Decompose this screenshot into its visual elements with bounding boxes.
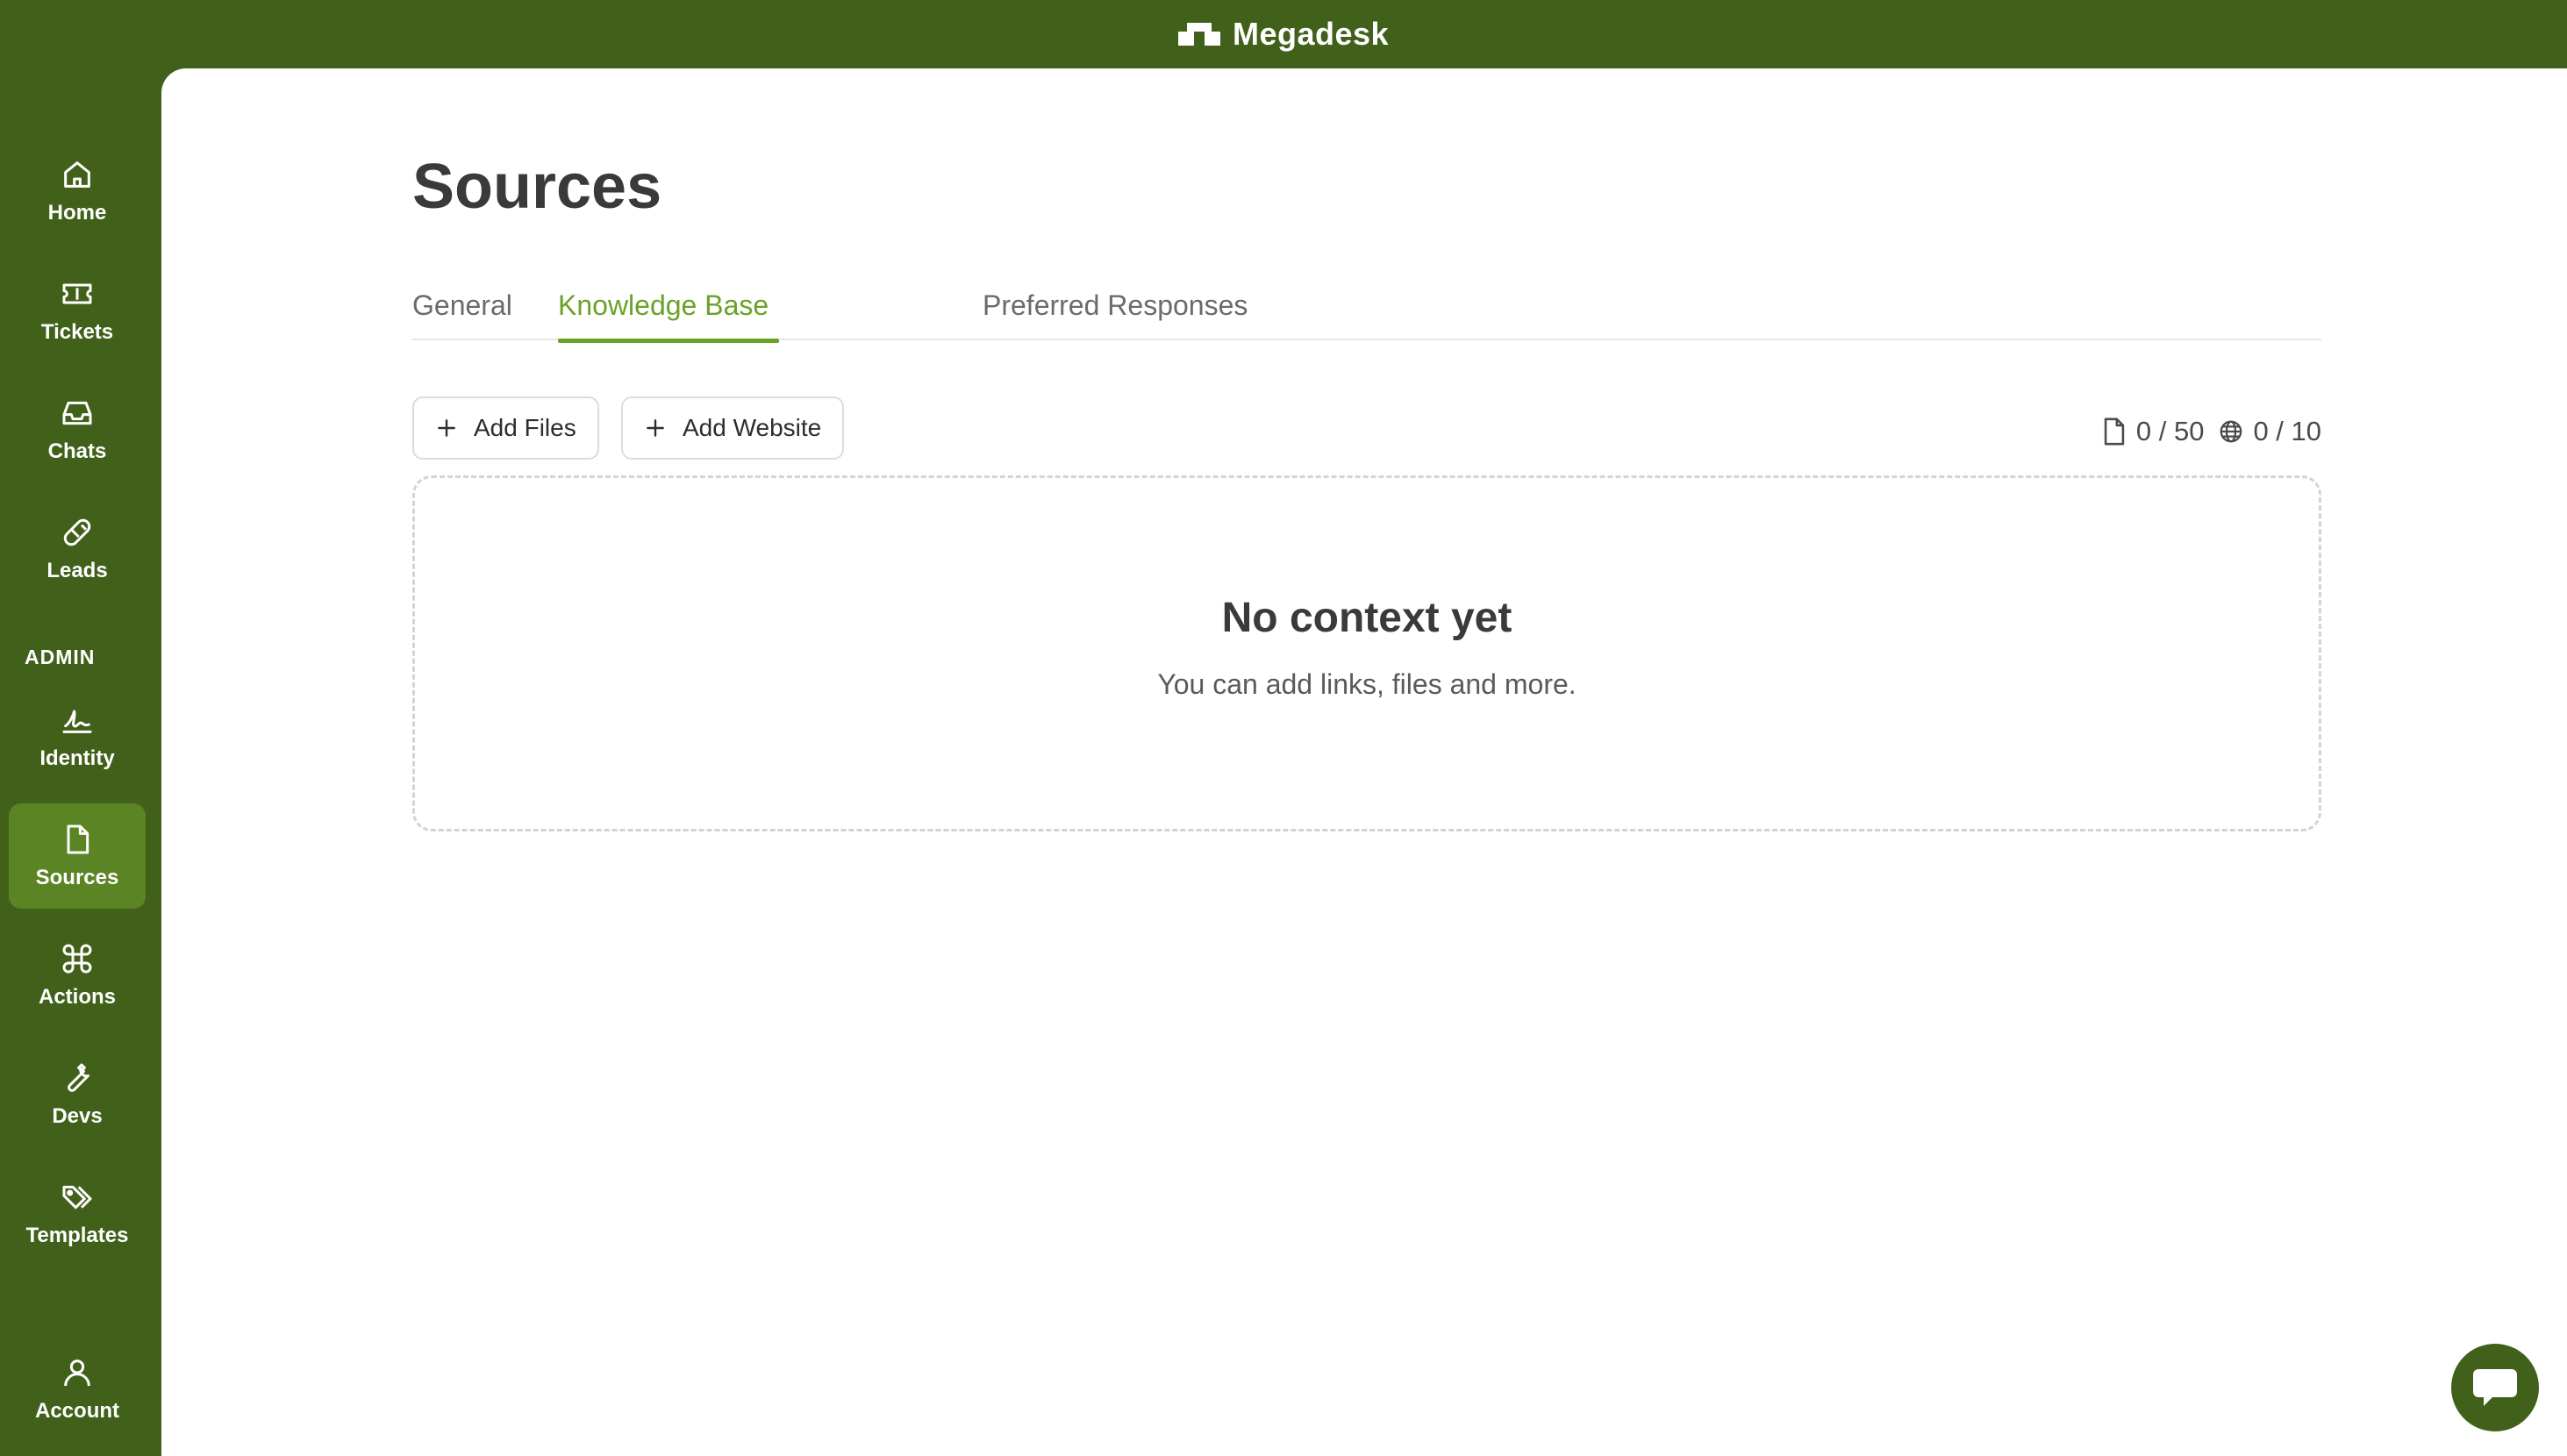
sidebar-item-tickets[interactable]: Tickets (9, 258, 146, 363)
website-count: 0 / 10 (2218, 416, 2321, 447)
active-tab-indicator (558, 339, 779, 343)
file-icon (2104, 418, 2125, 446)
empty-state-subtitle: You can add links, files and more. (1157, 668, 1577, 700)
admin-section-label: ADMIN (25, 646, 96, 668)
tab-bar: General Knowledge Base Preferred Respons… (412, 270, 2321, 343)
page-title: Sources (412, 152, 662, 222)
tab-preferred-responses[interactable]: Preferred Responses (983, 270, 1263, 340)
sidebar-item-label: Chats (47, 439, 107, 463)
wrench-icon (68, 1063, 89, 1092)
sidebar-item-templates[interactable]: Templates (9, 1161, 146, 1267)
sidebar-item-devs[interactable]: Devs (9, 1042, 146, 1147)
sidebar-item-label: Home (47, 201, 107, 225)
tab-label: Knowledge Base (558, 289, 769, 321)
command-icon (62, 944, 92, 974)
main-panel: Sources General Knowledge Base Preferred… (161, 68, 2567, 1456)
sidebar-item-identity[interactable]: Identity (9, 684, 146, 789)
sidebar-item-sources[interactable]: Sources (9, 803, 146, 909)
sidebar-item-label: Devs (52, 1104, 103, 1128)
file-icon (67, 824, 89, 854)
sidebar-item-label: Actions (38, 985, 116, 1009)
empty-state-title: No context yet (1221, 595, 1512, 641)
website-count-value: 0 / 10 (2253, 416, 2321, 446)
sidebar-item-label: Identity (39, 746, 115, 770)
plus-icon (647, 419, 664, 437)
app-name: Megadesk (1232, 16, 1390, 52)
sidebar-item-account[interactable]: Account (9, 1337, 146, 1442)
tab-knowledge-base[interactable]: Knowledge Base (558, 270, 779, 343)
sidebar-item-label: Account (35, 1399, 119, 1423)
sidebar-item-label: Sources (35, 866, 119, 889)
empty-state-dropzone: No context yet You can add links, files … (412, 475, 2321, 831)
signature-icon (62, 710, 92, 733)
file-count-value: 0 / 50 (2135, 416, 2205, 446)
sidebar: Home Tickets Chats Leads ADMIN Identity … (0, 68, 161, 1456)
add-website-label: Add Website (683, 414, 822, 441)
tab-general[interactable]: General (412, 270, 523, 340)
sidebar-item-label: Templates (25, 1224, 129, 1247)
megadesk-logo-icon (1177, 23, 1220, 46)
file-count: 0 / 50 (2101, 416, 2205, 447)
ticket-icon (62, 283, 92, 304)
inbox-icon (62, 401, 92, 425)
globe-icon (2220, 420, 2242, 443)
magnet-icon (63, 518, 91, 546)
tab-label: General (412, 289, 512, 321)
sidebar-item-actions[interactable]: Actions (9, 923, 146, 1028)
chat-bubble-icon (2473, 1369, 2517, 1406)
sidebar-item-leads[interactable]: Leads (9, 496, 146, 602)
sidebar-item-chats[interactable]: Chats (9, 377, 146, 482)
chat-launcher-button[interactable] (2451, 1344, 2539, 1431)
sidebar-item-label: Leads (46, 559, 108, 582)
add-website-button[interactable]: Add Website (621, 396, 845, 460)
tags-icon (62, 1185, 92, 1210)
add-files-label: Add Files (474, 414, 576, 441)
sidebar-item-label: Tickets (40, 320, 114, 344)
top-bar: Megadesk (0, 0, 2567, 68)
sidebar-item-home[interactable]: Home (9, 139, 146, 244)
add-files-button[interactable]: Add Files (412, 396, 599, 460)
source-counts: 0 / 50 0 / 10 (2101, 416, 2321, 447)
plus-icon (438, 419, 455, 437)
user-icon (64, 1360, 90, 1387)
home-icon (64, 161, 90, 188)
tab-label: Preferred Responses (983, 289, 1248, 321)
